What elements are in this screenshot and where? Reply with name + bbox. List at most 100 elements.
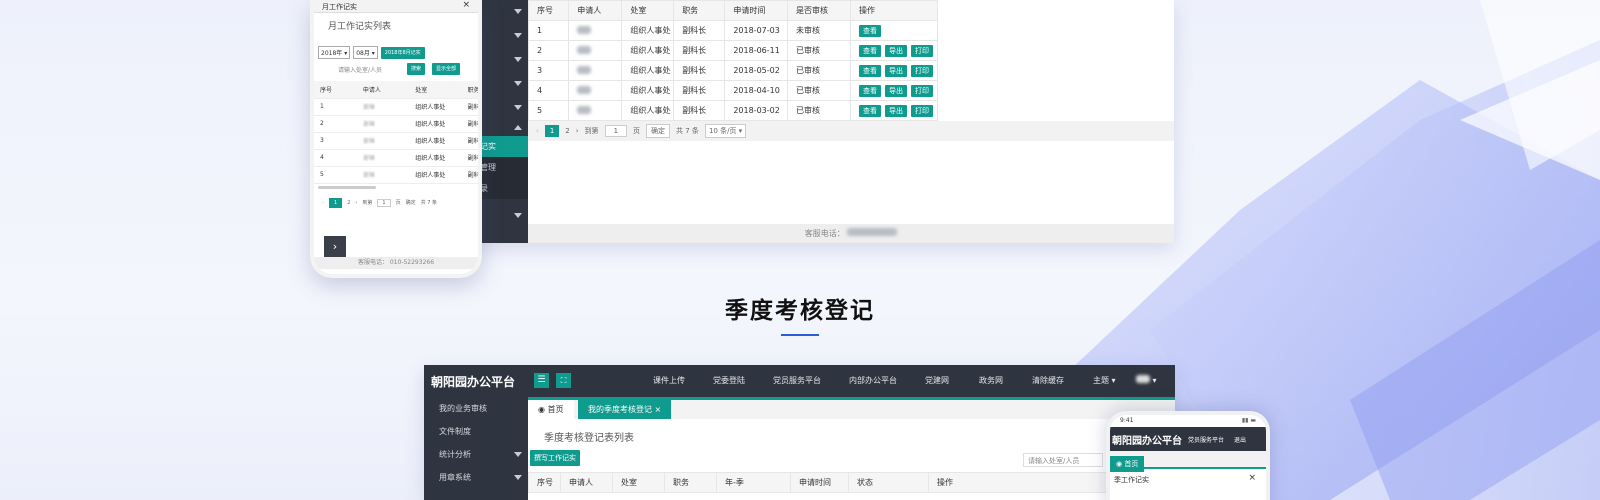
top-navbar: 朝阳园办公平台 ☰ ⛶ 课件上传 党委登陆 党员服务平台 内部办公平台 党建网 … — [424, 365, 1175, 397]
page-unit-label: 页 — [633, 127, 641, 135]
user-menu[interactable]: ▾ — [1136, 365, 1157, 397]
print-button[interactable]: 打印 — [910, 64, 933, 77]
cell-no: 1 — [314, 98, 357, 116]
print-button[interactable]: 打印 — [910, 104, 933, 117]
phone-filter-row: 2018年 ▾ 08月 ▾ 2018年8月记实 — [314, 39, 478, 59]
bottom-desktop-screenshot: 朝阳园办公平台 ☰ ⛶ 课件上传 党委登陆 党员服务平台 内部办公平台 党建网 … — [424, 365, 1175, 500]
footer-phone-label: 客服电话： — [804, 229, 845, 238]
view-button[interactable]: 查看 — [858, 64, 881, 77]
col-header: 申请人 — [568, 0, 623, 21]
globe-icon: ◉ — [1116, 460, 1123, 468]
export-button[interactable]: 导出 — [884, 64, 907, 77]
sidebar-item[interactable]: 统计分析 — [424, 443, 528, 466]
phone-nav-link[interactable]: 党员服务平台 — [1188, 435, 1224, 444]
cell-title: 副科长 — [461, 98, 478, 116]
write-record-button[interactable]: 撰写工作记实 — [530, 450, 580, 466]
cell-no: 3 — [527, 60, 570, 81]
year-select[interactable]: 2018年 ▾ — [318, 46, 351, 59]
sidebar-item[interactable]: 用章系统 — [424, 466, 528, 489]
status-time: 9:41 — [1120, 417, 1134, 424]
table-header-row: 序号 申请人 处室 职务 年-季 申请时间 状态 操作 — [528, 472, 1168, 493]
sidebar-item[interactable]: 我的业务审核 — [424, 397, 528, 420]
nav-link[interactable]: 党员服务平台 — [773, 365, 821, 397]
prev-page-icon[interactable]: ‹ — [322, 200, 324, 206]
cell-dept: 组织人事处 — [409, 115, 462, 133]
col-header: 职务 — [673, 0, 726, 21]
tab-quarterly[interactable]: 我的季度考核登记 × — [578, 400, 672, 419]
tab-home[interactable]: ◉ 首页 — [528, 400, 574, 419]
print-button[interactable]: 打印 — [910, 84, 933, 97]
phone-header: 月工作记实 × — [314, 0, 478, 13]
confirm-button[interactable]: 确定 — [646, 124, 671, 138]
caret-down-icon — [514, 475, 522, 480]
cell-status: 已审核 — [786, 80, 851, 101]
search-button[interactable]: 搜索 — [407, 63, 426, 75]
nav-link[interactable]: 内部办公平台 — [849, 365, 897, 397]
table-row: 3 组织人事处 副科长 2018-05-02 已审核 查看 导出 打印 — [527, 60, 939, 81]
cell-title: 副科长 — [673, 80, 726, 101]
caret-down-icon — [514, 213, 522, 218]
nav-link[interactable]: 党建网 — [925, 365, 949, 397]
col-header: 是否审核 — [786, 0, 851, 21]
tab-close-icon[interactable]: × — [655, 405, 662, 414]
fullscreen-button[interactable]: ⛶ — [556, 373, 571, 388]
col-header: 职务 — [461, 81, 478, 99]
nav-link[interactable]: 清除缓存 — [1032, 365, 1064, 397]
nav-link[interactable]: 课件上传 — [653, 365, 685, 397]
show-all-button[interactable]: 显示全部 — [432, 63, 461, 75]
tab-quarterly-label: 我的季度考核登记 — [588, 405, 652, 414]
search-input[interactable]: 请输入处室/人员 — [1023, 453, 1103, 467]
view-button[interactable]: 查看 — [858, 104, 881, 117]
phone-list-title: 月工作记实列表 — [328, 22, 392, 32]
export-button[interactable]: 导出 — [884, 104, 907, 117]
next-page-icon[interactable]: › — [355, 200, 357, 206]
page-2-button[interactable]: 2 — [565, 127, 569, 135]
sidebar-item[interactable]: 文件制度 — [424, 420, 528, 443]
close-icon[interactable]: × — [1248, 473, 1256, 483]
cell-actions: 查看 — [849, 20, 939, 41]
cell-no: 2 — [314, 115, 357, 133]
page-input[interactable]: 1 — [604, 125, 628, 137]
table-row: 4 组织人事处 副科长 2018-04-10 已审核 查看 导出 打印 — [527, 80, 939, 101]
caret-down-icon — [514, 57, 522, 62]
export-button[interactable]: 导出 — [884, 84, 907, 97]
export-button[interactable]: 导出 — [884, 44, 907, 57]
page-input[interactable]: 1 — [377, 198, 391, 207]
table-row: 3谢琳组织人事处副科长 — [314, 132, 478, 150]
cell-title: 副科长 — [673, 20, 726, 41]
close-icon[interactable]: × — [462, 0, 470, 10]
expand-button[interactable]: › — [324, 236, 346, 258]
search-input[interactable]: 请输入处室/人员 — [338, 65, 404, 74]
print-button[interactable]: 打印 — [910, 44, 933, 57]
horizontal-scrollbar[interactable] — [318, 185, 376, 189]
page-1-button[interactable]: 1 — [544, 125, 560, 137]
col-header: 处室 — [612, 472, 665, 493]
cell-dept: 组织人事处 — [621, 80, 675, 101]
month-select[interactable]: 08月 ▾ — [353, 46, 378, 59]
month-tag-button[interactable]: 2018年8月记实 — [380, 46, 425, 59]
page-1-button[interactable]: 1 — [329, 197, 343, 208]
page-2-button[interactable]: 2 — [347, 200, 350, 206]
tab-bar: ◉ 首页 我的季度考核登记 × — [528, 397, 1175, 419]
phone-pagination: ‹ 1 2 › 到第 1 页 确定 共 7 条 — [314, 192, 478, 213]
view-button[interactable]: 查看 — [858, 44, 881, 57]
view-button[interactable]: 查看 — [858, 24, 881, 37]
nav-link[interactable]: 政务网 — [979, 365, 1003, 397]
menu-toggle-button[interactable]: ☰ — [534, 373, 549, 388]
next-page-icon[interactable]: › — [576, 127, 579, 135]
phone-logout-link[interactable]: 退出 — [1234, 435, 1246, 444]
nav-link[interactable]: 党委登陆 — [713, 365, 745, 397]
status-bar: 9:41 ▮▮ ▬ — [1110, 415, 1266, 427]
view-button[interactable]: 查看 — [858, 84, 881, 97]
top-phone-mockup: 月工作记实 × 月工作记实列表 2018年 ▾ 08月 ▾ 2018年8月记实 … — [310, 0, 482, 278]
cell-date: 2018-05-02 — [724, 60, 788, 81]
table-row: 2谢琳组织人事处副科长 — [314, 115, 478, 133]
prev-page-icon[interactable]: ‹ — [536, 127, 539, 135]
app-title: 朝阳园办公平台 — [431, 375, 516, 389]
phone-search-row: 请输入处室/人员 搜索 显示全部 — [314, 59, 478, 75]
confirm-button[interactable]: 确定 — [406, 199, 416, 206]
theme-menu[interactable]: 主题 ▾ — [1093, 365, 1116, 397]
cell-no: 3 — [314, 132, 357, 150]
per-page-select[interactable]: 10 条/页 ▾ — [704, 124, 747, 138]
menu-icon: ☰ — [537, 375, 546, 385]
